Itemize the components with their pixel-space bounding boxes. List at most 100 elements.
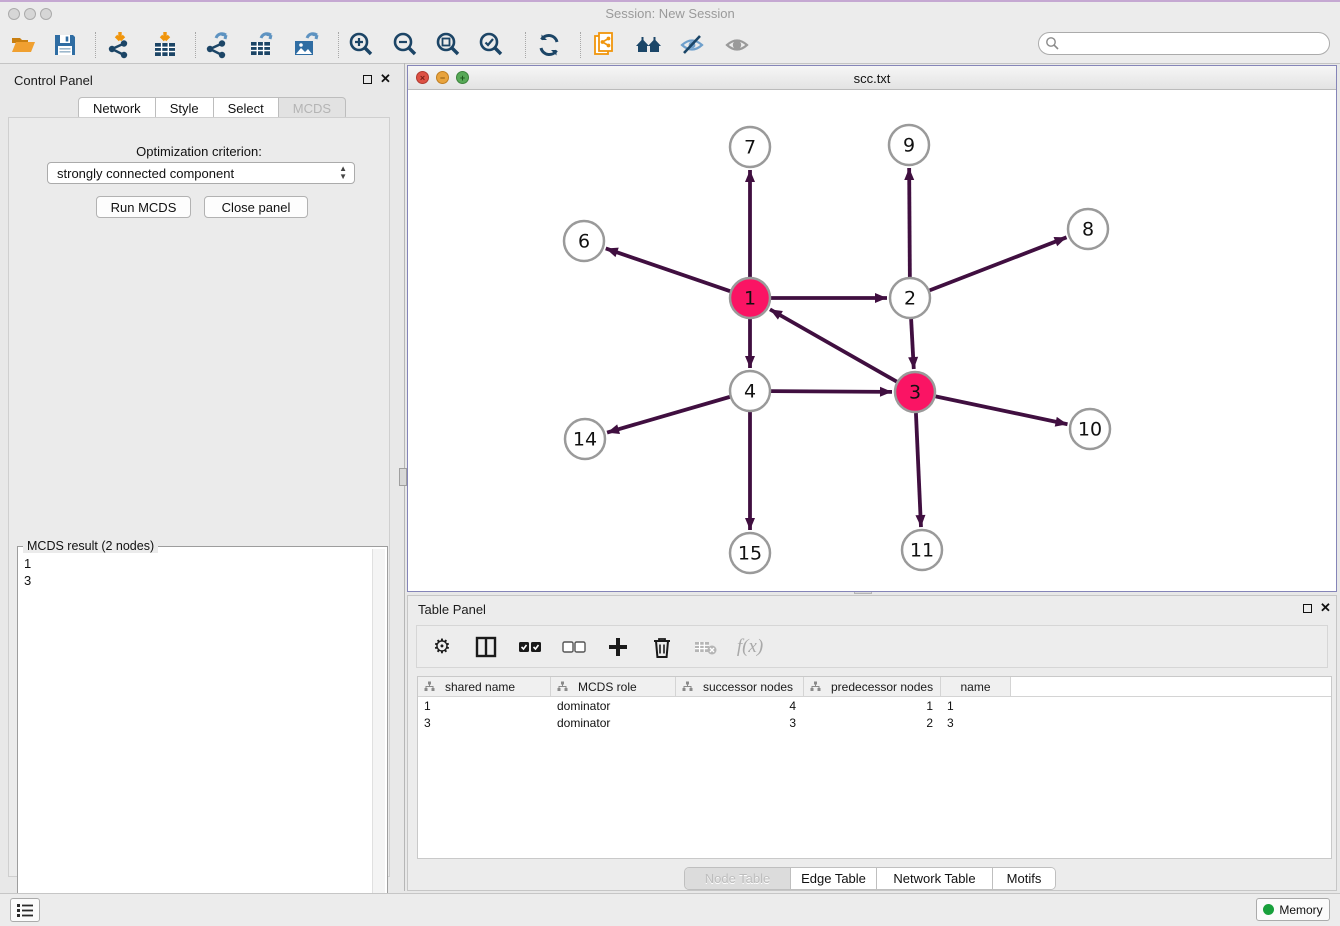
cell-shared-name[interactable]: 1 xyxy=(418,697,551,714)
save-session-icon[interactable] xyxy=(47,29,83,61)
graph-node-label-14: 14 xyxy=(573,429,597,451)
cell-mcds-role[interactable]: dominator xyxy=(551,714,676,731)
mcds-result-title: MCDS result (2 nodes) xyxy=(23,539,158,553)
graph-node-label-6: 6 xyxy=(578,231,590,253)
vertical-splitter-grip[interactable] xyxy=(399,468,407,486)
cell-predecessor-nodes[interactable]: 1 xyxy=(804,697,941,714)
zoom-selected-icon[interactable] xyxy=(474,29,510,61)
table-panel-float-icon[interactable] xyxy=(1303,604,1312,613)
table-row[interactable]: 3 dominator 3 2 3 xyxy=(418,714,1331,731)
task-history-button[interactable] xyxy=(10,898,40,922)
graph-node-label-9: 9 xyxy=(903,135,915,157)
function-builder-icon[interactable]: f(x) xyxy=(735,632,765,662)
toolbar-separator xyxy=(195,32,196,58)
deselect-all-icon[interactable] xyxy=(559,632,589,662)
graph-edge-2-9[interactable] xyxy=(909,168,910,277)
control-panel-close-icon[interactable]: ✕ xyxy=(380,74,391,84)
delete-table-icon[interactable] xyxy=(691,632,721,662)
cell-name[interactable]: 1 xyxy=(941,697,1011,714)
select-stepper-icon: ▲▼ xyxy=(339,165,347,181)
graph-edge-4-3[interactable] xyxy=(771,391,892,392)
show-graphics-details-icon[interactable] xyxy=(719,29,755,61)
show-columns-icon[interactable] xyxy=(471,632,501,662)
zoom-fit-icon[interactable] xyxy=(431,29,467,61)
zoom-in-icon[interactable] xyxy=(344,29,380,61)
home-icon[interactable] xyxy=(631,29,667,61)
graph-edge-4-14[interactable] xyxy=(607,397,730,433)
column-header-name[interactable]: name xyxy=(941,677,1011,696)
table-tabs: Node Table Edge Table Network Table Moti… xyxy=(684,867,1056,890)
delete-row-icon[interactable] xyxy=(647,632,677,662)
cell-mcds-role[interactable]: dominator xyxy=(551,697,676,714)
cell-successor-nodes[interactable]: 4 xyxy=(676,697,804,714)
cell-shared-name[interactable]: 3 xyxy=(418,714,551,731)
graph-node-label-11: 11 xyxy=(910,540,934,562)
mcds-result-scrollbar[interactable] xyxy=(372,549,385,919)
application-window: Session: New Session xyxy=(0,0,1340,926)
table-panel-close-icon[interactable]: ✕ xyxy=(1320,603,1331,613)
column-header-shared-name[interactable]: shared name xyxy=(418,677,551,696)
export-network-icon[interactable] xyxy=(200,29,236,61)
graph-node-label-15: 15 xyxy=(738,543,762,565)
cell-predecessor-nodes[interactable]: 2 xyxy=(804,714,941,731)
window-title: Session: New Session xyxy=(0,6,1340,21)
column-sort-icon xyxy=(682,681,693,692)
cell-name[interactable]: 3 xyxy=(941,714,1011,731)
open-session-icon[interactable] xyxy=(5,29,41,61)
graph-edge-2-8[interactable] xyxy=(930,237,1067,290)
table-panel: Table Panel ✕ ⚙ xyxy=(407,595,1337,891)
graph-node-label-3: 3 xyxy=(909,382,921,404)
window-titlebar: Session: New Session xyxy=(0,0,1340,29)
cell-successor-nodes[interactable]: 3 xyxy=(676,714,804,731)
network-canvas[interactable]: 7968124314101511 xyxy=(408,90,1336,591)
table-panel-title: Table Panel xyxy=(418,602,486,617)
column-header-successor-nodes[interactable]: successor nodes xyxy=(676,677,804,696)
network-graph[interactable]: 7968124314101511 xyxy=(408,90,1336,591)
main-toolbar xyxy=(0,28,1340,64)
graph-node-label-4: 4 xyxy=(744,381,756,403)
tab-motifs[interactable]: Motifs xyxy=(993,868,1055,889)
import-table-icon[interactable] xyxy=(147,29,183,61)
graph-node-label-2: 2 xyxy=(904,288,916,310)
search-box[interactable] xyxy=(1038,32,1330,55)
graph-edge-3-10[interactable] xyxy=(936,396,1068,424)
column-sort-icon xyxy=(557,681,568,692)
tab-node-table[interactable]: Node Table xyxy=(685,868,791,889)
close-panel-button[interactable]: Close panel xyxy=(204,196,308,218)
export-image-icon[interactable] xyxy=(288,29,324,61)
run-mcds-button[interactable]: Run MCDS xyxy=(96,196,191,218)
status-bar: Memory xyxy=(0,893,1340,926)
mcds-result-value: 3 xyxy=(24,572,31,589)
criterion-select[interactable]: strongly connected component ▲▼ xyxy=(47,162,355,184)
tab-network-table[interactable]: Network Table xyxy=(877,868,993,889)
graph-edge-1-6[interactable] xyxy=(606,248,730,291)
export-table-icon[interactable] xyxy=(244,29,280,61)
column-header-filler xyxy=(1011,677,1331,696)
control-panel-float-icon[interactable] xyxy=(363,75,372,84)
graph-edge-2-3[interactable] xyxy=(911,319,914,369)
table-row[interactable]: 1 dominator 4 1 1 xyxy=(418,697,1331,714)
tab-edge-table[interactable]: Edge Table xyxy=(791,868,877,889)
network-window-titlebar[interactable]: × − + scc.txt xyxy=(408,66,1336,90)
hide-graphics-details-icon[interactable] xyxy=(674,29,710,61)
memory-label: Memory xyxy=(1279,903,1322,917)
graph-edge-3-11[interactable] xyxy=(916,413,921,527)
search-input[interactable] xyxy=(1060,36,1329,52)
add-row-icon[interactable] xyxy=(603,632,633,662)
toolbar-separator xyxy=(338,32,339,58)
import-network-icon[interactable] xyxy=(102,29,138,61)
select-all-icon[interactable] xyxy=(515,632,545,662)
mcds-result-text[interactable]: 1 3 xyxy=(24,555,31,589)
graph-edge-3-1[interactable] xyxy=(770,309,897,381)
graph-node-label-7: 7 xyxy=(744,137,756,159)
table-options-icon[interactable]: ⚙ xyxy=(427,632,457,662)
column-sort-icon xyxy=(810,681,821,692)
zoom-out-icon[interactable] xyxy=(388,29,424,61)
network-from-file-icon[interactable] xyxy=(587,29,623,61)
column-header-predecessor-nodes[interactable]: predecessor nodes xyxy=(804,677,941,696)
column-sort-icon xyxy=(424,681,435,692)
apply-layout-icon[interactable] xyxy=(531,29,567,61)
table-toolbar: ⚙ xyxy=(416,625,1328,668)
column-header-mcds-role[interactable]: MCDS role xyxy=(551,677,676,696)
memory-button[interactable]: Memory xyxy=(1256,898,1330,921)
